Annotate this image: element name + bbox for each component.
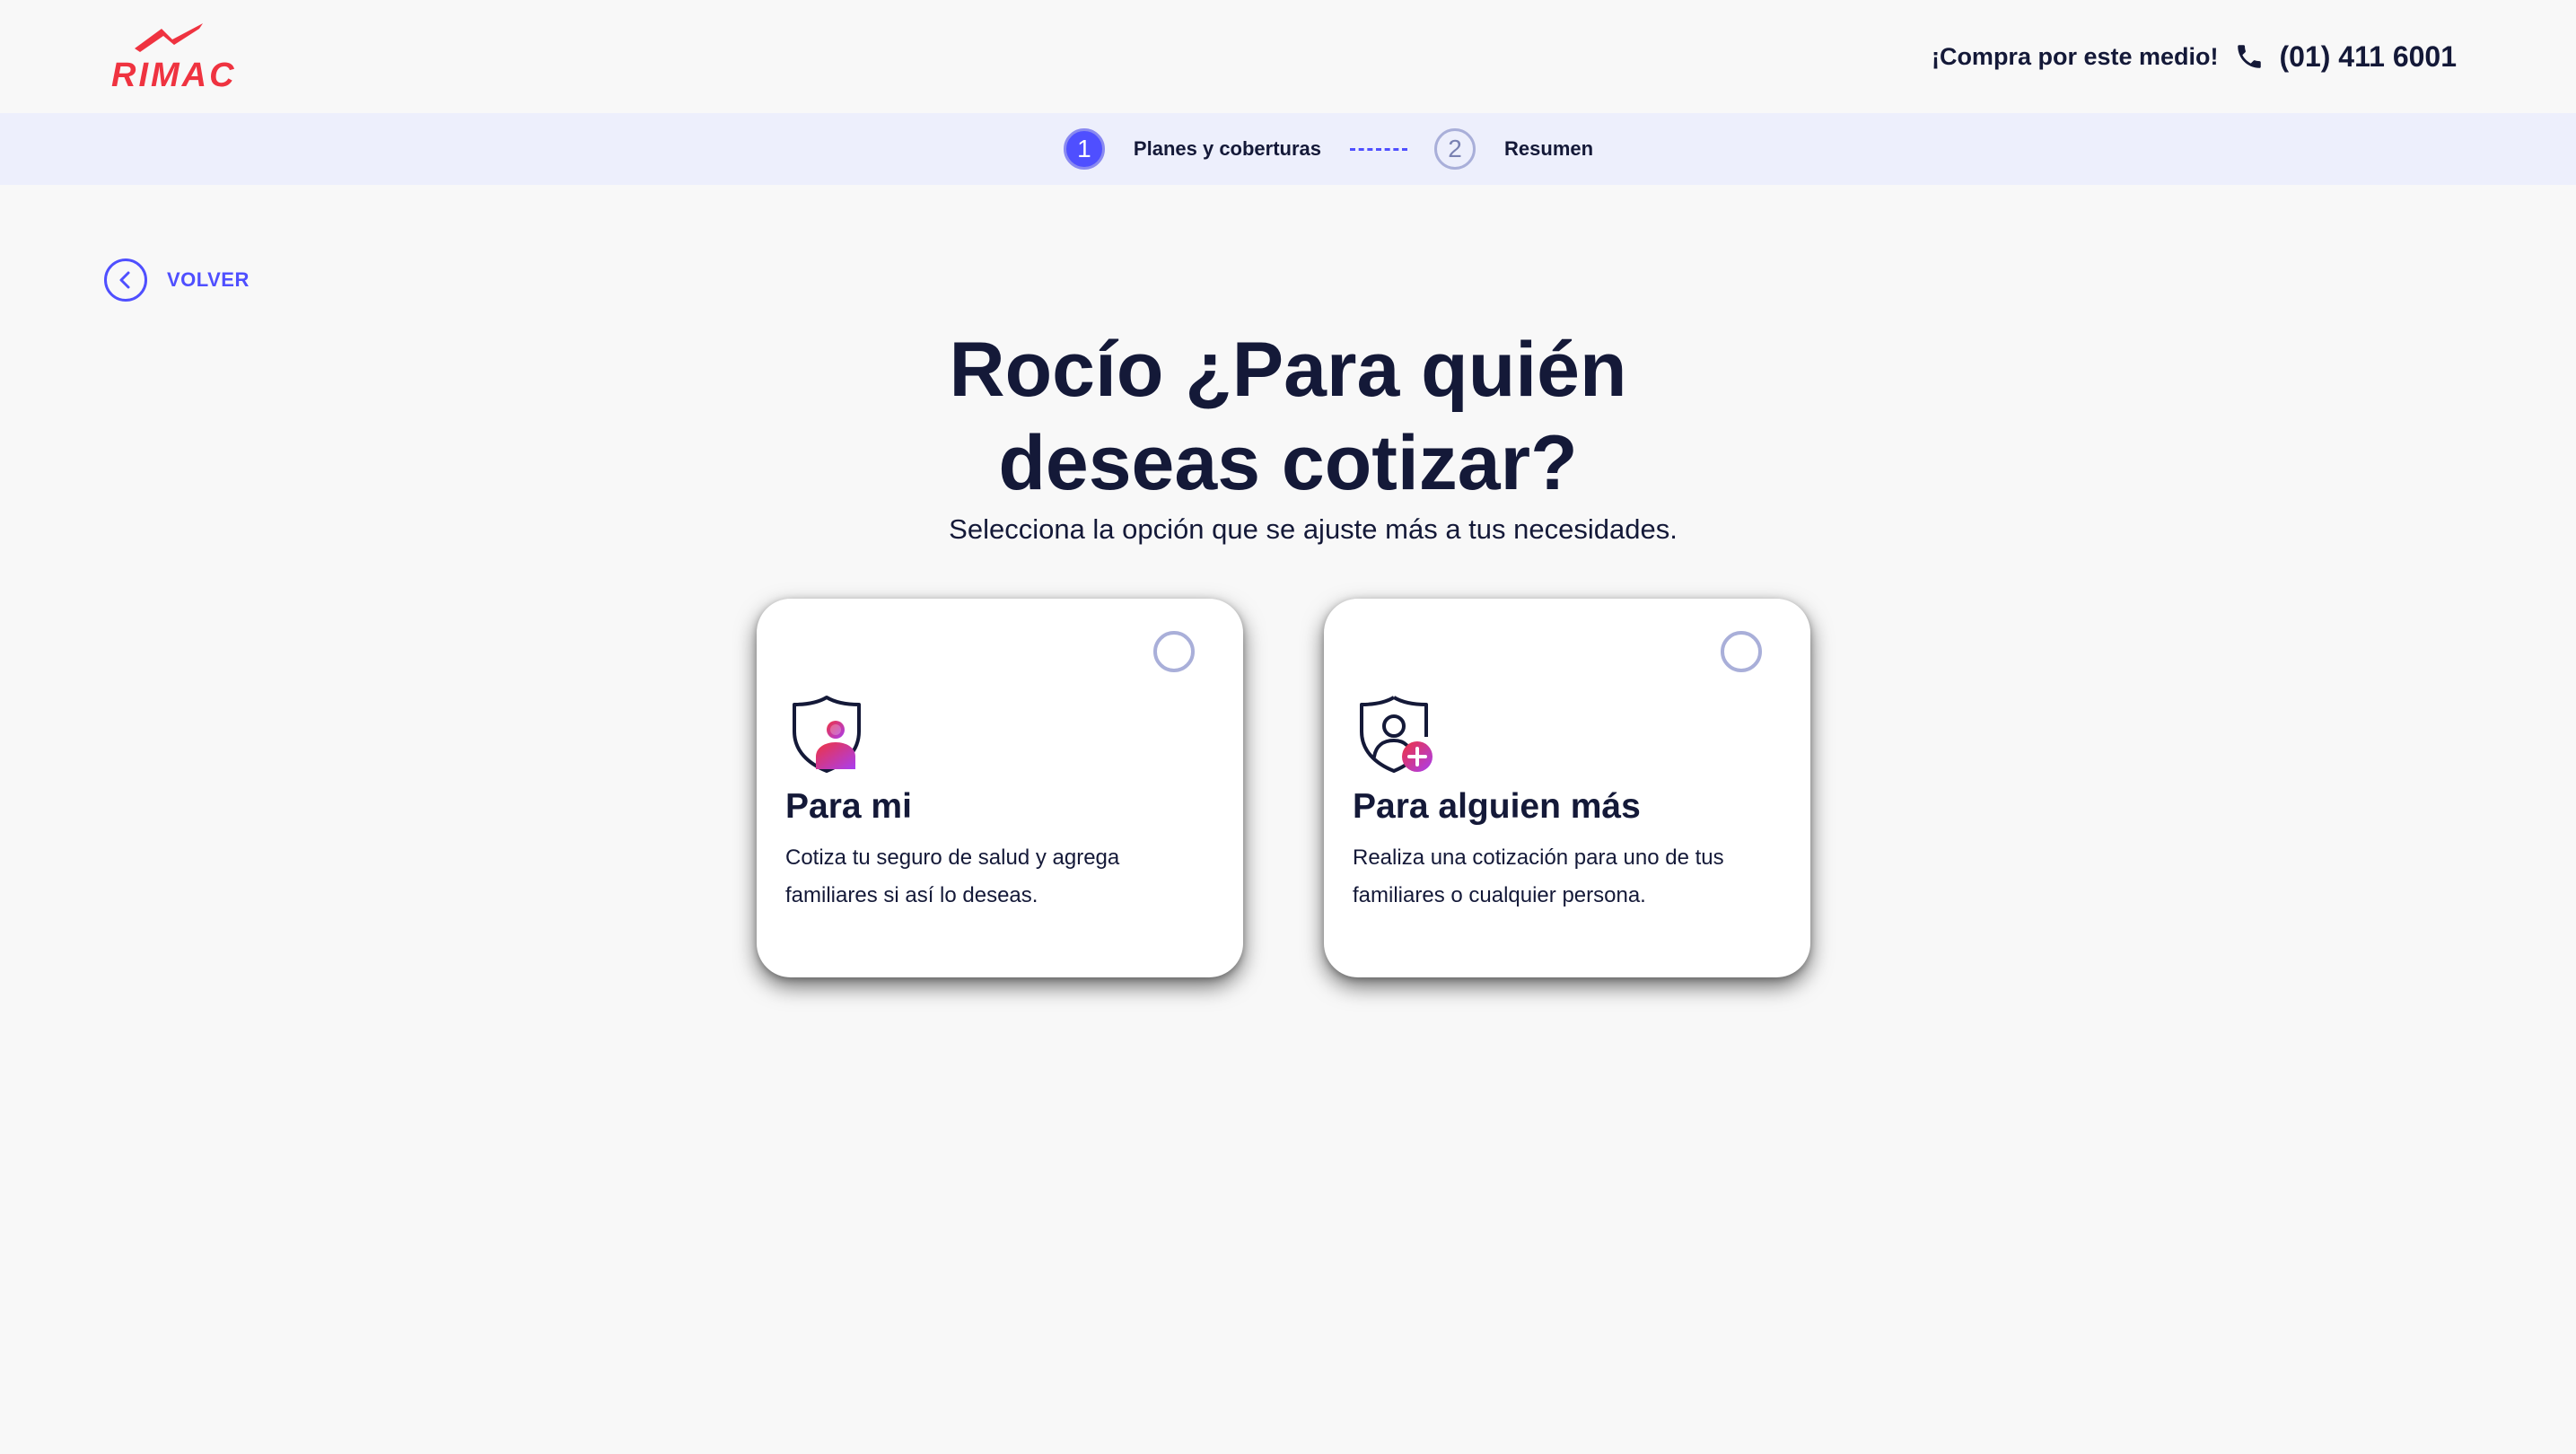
rimac-logo[interactable]: RIMAC xyxy=(110,22,244,92)
radio-someone-else[interactable] xyxy=(1721,631,1762,672)
step-label-summary: Resumen xyxy=(1504,137,1594,160)
header: RIMAC ¡Compra por este medio! (01) 411 6… xyxy=(0,0,2576,113)
back-button[interactable]: VOLVER xyxy=(104,258,250,302)
option-title-someone-else: Para alguien más xyxy=(1353,787,1641,826)
phone-icon xyxy=(2233,40,2265,73)
phone-number[interactable]: (01) 411 6001 xyxy=(2280,40,2458,74)
step-number-1: 1 xyxy=(1063,128,1105,170)
option-card-for-me[interactable]: Para mi Cotiza tu seguro de salud y agre… xyxy=(757,599,1243,977)
page-subtitle: Selecciona la opción que se ajuste más a… xyxy=(949,513,1678,545)
contact-info: ¡Compra por este medio! (01) 411 6001 xyxy=(1932,34,2457,79)
option-title-for-me: Para mi xyxy=(785,787,912,826)
step-label-plans: Planes y coberturas xyxy=(1133,137,1322,160)
shield-add-person-icon xyxy=(1354,692,1439,776)
step-number-2: 2 xyxy=(1434,128,1476,170)
contact-text: ¡Compra por este medio! xyxy=(1931,42,2219,70)
step-connector xyxy=(1350,147,1408,151)
chevron-left-icon[interactable] xyxy=(104,258,147,302)
rimac-logo-text: RIMAC xyxy=(111,57,237,92)
step-summary: 2 Resumen xyxy=(1434,128,1593,170)
progress-stepper: 1 Planes y coberturas 2 Resumen xyxy=(0,113,2576,185)
page-title: Rocío ¿Para quién deseas cotizar? xyxy=(949,327,1627,506)
option-card-someone-else[interactable]: Para alguien más Realiza una cotización … xyxy=(1324,599,1810,977)
back-label[interactable]: VOLVER xyxy=(167,268,250,292)
option-description-someone-else: Realiza una cotización para uno de tus f… xyxy=(1353,845,1724,907)
step-plans: 1 Planes y coberturas xyxy=(1063,128,1322,170)
option-description-for-me: Cotiza tu seguro de salud y agrega famil… xyxy=(785,845,1120,907)
shield-person-icon xyxy=(787,692,872,776)
radio-for-me[interactable] xyxy=(1153,631,1195,672)
